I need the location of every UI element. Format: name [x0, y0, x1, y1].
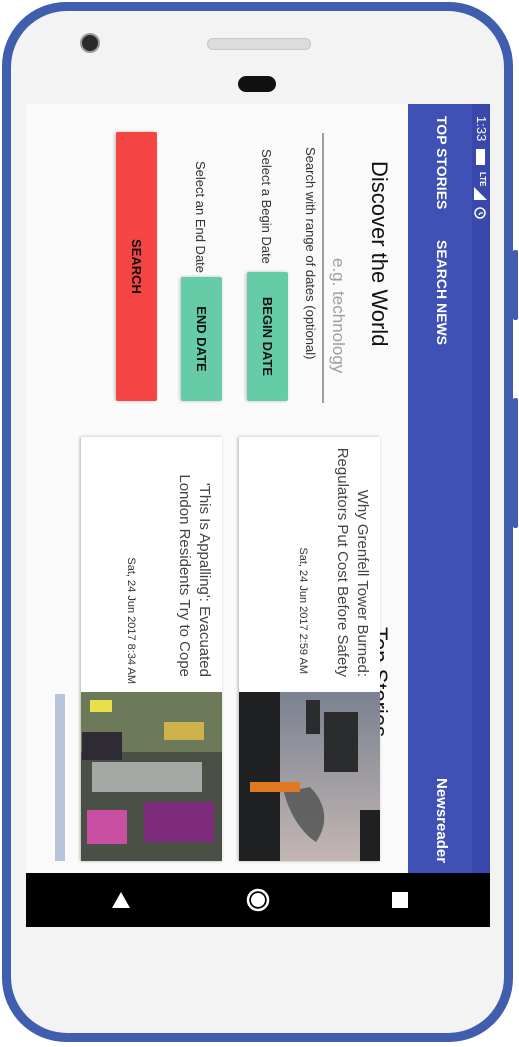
begin-date-button[interactable]: BEGIN DATE: [247, 272, 288, 401]
app-window: 1:33 LTE TOP STORIES SEARCH NEWS Newsrea…: [26, 104, 490, 927]
lte-label: LTE: [478, 172, 487, 187]
status-time: 1:33: [474, 116, 489, 142]
article-title: 'This Is Appalling': Evacuated London Re…: [176, 474, 213, 677]
date-range-hint: Search with range of dates (optional): [303, 147, 318, 360]
article-title: Why Grenfell Tower Burned: Regulators Pu…: [334, 447, 371, 677]
signal-icon: [474, 187, 487, 200]
back-icon[interactable]: [111, 890, 131, 910]
home-icon[interactable]: [245, 887, 271, 913]
end-date-button[interactable]: END DATE: [181, 277, 222, 401]
status-bar: 1:33 LTE: [472, 104, 490, 927]
tab-search-news[interactable]: SEARCH NEWS: [434, 240, 450, 345]
article-card[interactable]: Why Grenfell Tower Burned: Regulators Pu…: [239, 437, 380, 861]
search-input-underline: [322, 133, 324, 403]
power-button: [513, 250, 518, 320]
screen: 1:33 LTE TOP STORIES SEARCH NEWS Newsrea…: [26, 104, 490, 927]
navigation-bar: [26, 873, 490, 927]
begin-date-hint: Select a Begin Date: [259, 149, 274, 264]
battery-icon: [476, 149, 485, 165]
speaker-grille: [207, 38, 311, 50]
article-thumbnail: [81, 692, 222, 861]
app-title: Newsreader: [433, 778, 450, 864]
search-button[interactable]: SEARCH: [116, 132, 157, 401]
alarm-icon: [474, 207, 486, 219]
tab-top-stories[interactable]: TOP STORIES: [434, 116, 450, 209]
recents-icon[interactable]: [391, 891, 409, 909]
article-date: Sat, 24 Jun 2017 2:59 AM: [297, 547, 309, 674]
front-camera: [80, 33, 100, 53]
article-card[interactable]: 'This Is Appalling': Evacuated London Re…: [81, 437, 222, 861]
search-input[interactable]: e.g. technology: [328, 258, 348, 373]
end-date-hint: Select an End Date: [193, 161, 208, 274]
discover-heading: Discover the World: [367, 161, 392, 347]
article-card-partial[interactable]: [55, 694, 65, 861]
app-bar: TOP STORIES SEARCH NEWS Newsreader: [408, 104, 472, 927]
volume-button: [513, 398, 518, 528]
proximity-sensor: [238, 76, 276, 92]
article-thumbnail: [239, 692, 380, 861]
article-date: Sat, 24 Jun 2017 8:34 AM: [125, 557, 137, 684]
